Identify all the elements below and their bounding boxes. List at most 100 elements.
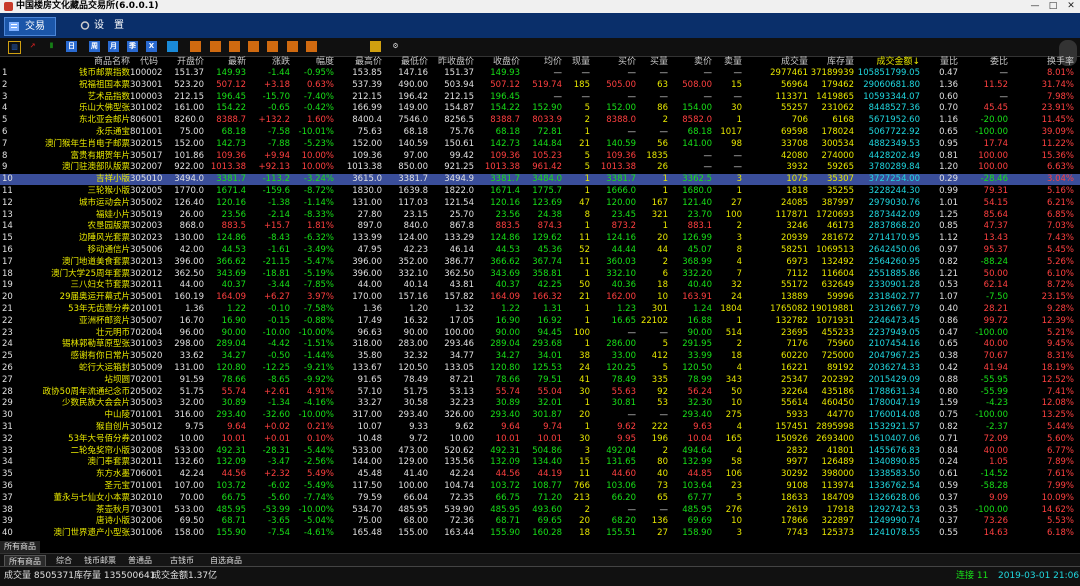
table-row[interactable]: 7 澳门猴年生肖电子邮票 302015 152.00 142.73 -7.88 -5.23%… [0, 139, 1080, 150]
table-row[interactable]: 9 澳门驻澳部队版票 302007 922.00 1013.38 +92.13 10.00%… [0, 162, 1080, 173]
candle-icon[interactable]: ⫴ [46, 41, 57, 52]
table-row[interactable]: 31 猴自创片 305012 9.75 9.64 +0.02 0.21% 10.07 9.33 9… [0, 422, 1080, 433]
table-row[interactable]: 12 城市运动会片 305002 126.40 120.16 -1.38 -1.14% 131… [0, 198, 1080, 209]
bottom-tab[interactable]: 自选商品 [206, 555, 246, 566]
table-cell: 75.63 [357, 127, 382, 137]
table-row[interactable]: 3 艺术品指数 100003 212.15 196.45 -15.70 -7.40% 212.… [0, 92, 1080, 103]
column-header[interactable]: 卖价 [668, 57, 712, 68]
minimize-icon[interactable]: — [1026, 0, 1044, 13]
column-header[interactable]: 最高价 [334, 57, 382, 68]
column-header[interactable]: 商品名称 [20, 57, 130, 68]
table-row[interactable]: 36 圣元宝 701001 107.00 103.72 -6.02 -5.49% 117.50… [0, 481, 1080, 492]
table-row[interactable]: 1 钱币邮票指数 100002 151.37 149.93 -1.44 -0.95% 153.… [0, 68, 1080, 79]
table-row[interactable]: 22 亚洲杯邮资片 305007 16.70 16.90 -0.15 -0.88% 17.49… [0, 316, 1080, 327]
column-header[interactable]: 成交量 [742, 57, 808, 68]
table-cell: 105851799.05 [857, 68, 920, 78]
column-header[interactable]: 量比 [920, 57, 958, 68]
table-row[interactable]: 13 福娃小片 305019 26.00 23.56 -2.14 -8.33% 27.80 23… [0, 210, 1080, 221]
weekly-icon[interactable]: 月 [108, 41, 119, 52]
table-row[interactable]: 5 东北亚会邮片 806001 8260.0 8388.7 +132.2 1.60% 8400… [0, 115, 1080, 126]
column-header[interactable]: 买量 [636, 57, 668, 68]
column-header[interactable]: 均价 [520, 57, 562, 68]
column-header[interactable]: 昨收盘价 [428, 57, 474, 68]
t4-icon[interactable] [248, 41, 259, 52]
t3-icon[interactable] [229, 41, 240, 52]
close-icon[interactable]: ✕ [1062, 0, 1080, 13]
table-row[interactable]: 21 53年无齿壹分券 201001 1.36 1.22 -0.10 -7.58% 1.36 1… [0, 304, 1080, 315]
pen-icon[interactable] [370, 41, 381, 52]
table-cell: 4882349.53 [868, 138, 920, 149]
t1-icon[interactable] [190, 41, 201, 52]
column-header[interactable]: 委比 [958, 57, 1008, 68]
bar-chart-icon[interactable]: ▥ [8, 41, 21, 54]
column-header[interactable]: 现量 [562, 57, 590, 68]
daily-icon[interactable]: 周 [89, 41, 100, 52]
table-row[interactable]: 8 富贵有期贺年片 305017 101.86 109.36 +9.94 10.00% 109… [0, 151, 1080, 162]
table-row[interactable]: 11 三轮猴小版 302005 1770.0 1671.4 -159.6 -8.72% 183… [0, 186, 1080, 197]
table-icon[interactable]: 日 [66, 41, 77, 52]
menu-settings[interactable]: 设 置 [80, 17, 124, 34]
table-row[interactable]: 28 政协50周年流通纪念币 205002 51.75 55.74 +2.61 4.91% 5… [0, 387, 1080, 398]
column-header[interactable]: 幅度 [290, 57, 334, 68]
table-row[interactable]: 27 坫坝圆 702001 91.59 78.66 -8.65 -9.92% 91.65 78.… [0, 375, 1080, 386]
monthly-icon[interactable]: 季 [127, 41, 138, 52]
t5-icon[interactable] [267, 41, 278, 52]
table-row[interactable]: 40 澳门世界遗产小型张 301006 158.00 155.90 -7.54 -4.61%… [0, 528, 1080, 539]
table-cell: -0.10 [268, 304, 290, 314]
table-row[interactable]: 23 壮元明币 702004 96.00 90.00 -10.00 -10.00% 96.63… [0, 328, 1080, 339]
table-row[interactable]: 35 东方水墨 706001 42.24 44.56 +2.32 5.49% 45.48 41.… [0, 469, 1080, 480]
bottom-tab[interactable]: 普通品 [124, 555, 156, 566]
column-header[interactable]: 最低价 [382, 57, 428, 68]
table-row[interactable]: 24 锡林郭勒草原型张 301003 298.00 289.04 -4.42 -1.51% 3… [0, 339, 1080, 350]
table-row[interactable]: 26 蛇行大运箱封 305009 131.00 120.80 -12.25 -9.21% 13… [0, 363, 1080, 374]
bottom-tab[interactable]: 钱币邮票 [80, 555, 120, 566]
x-icon[interactable] [167, 41, 178, 52]
table-row[interactable]: 19 三八妇女节套票 302011 44.00 40.37 -3.44 -7.85% 44.0… [0, 280, 1080, 291]
t2-icon[interactable] [210, 41, 221, 52]
quarterly-icon[interactable]: X [146, 41, 157, 52]
settings-icon [80, 21, 90, 30]
table-cell: -5.60 [268, 492, 290, 503]
table-row[interactable]: 37 董永与七仙女小本票 302010 70.00 66.75 -5.60 -7.74% 79… [0, 493, 1080, 504]
table-row[interactable]: 33 二轮兔奖帘小版 302008 533.00 492.31 -28.31 -5.44% 5… [0, 446, 1080, 457]
bottom-tab[interactable]: 综合 [52, 555, 76, 566]
table-cell: 3381.7 [216, 174, 246, 185]
table-row[interactable]: 10 吉祥小版 305010 3494.0 3381.7 -113.2 -3.24% 3615… [0, 174, 1080, 186]
table-row[interactable]: 25 感谢有你日常片 305020 33.62 34.27 -0.50 -1.44% 35.8… [0, 351, 1080, 362]
table-row[interactable]: 29 少数民族大会会片 305003 32.00 30.89 -1.34 -4.16% 33.… [0, 398, 1080, 409]
table-cell: — [581, 68, 591, 78]
bottom-tab[interactable]: 古钱币 [166, 555, 198, 566]
table-cell: 34.27 [495, 351, 520, 362]
line-chart-icon[interactable]: ↗ [27, 41, 38, 52]
table-row[interactable]: 30 中山陵 701001 316.00 293.40 -32.60 -10.00% 317.… [0, 410, 1080, 421]
column-header[interactable]: 收盘价 [474, 57, 520, 68]
column-header[interactable]: 最新 [204, 57, 246, 68]
table-row[interactable]: 20 29届奥运开幕式片 305001 160.19 164.09 +6.27 3.97% 1… [0, 292, 1080, 303]
t6-icon[interactable] [287, 41, 298, 52]
table-row[interactable]: 4 乐山大佛型张 301002 161.00 154.22 -0.65 -0.42% 166.… [0, 103, 1080, 114]
menu-exit[interactable]: 退 出 [1060, 17, 1063, 34]
table-row[interactable]: 6 永乐通宝 801001 75.00 68.18 -7.58 -10.01% 75.63 68… [0, 127, 1080, 138]
column-header[interactable]: 开盘价 [158, 57, 204, 68]
column-header[interactable]: 涨跌 [246, 57, 290, 68]
table-row[interactable]: 2 祝福祖国本票 303001 523.20 507.12 +3.18 0.63% 537.3… [0, 80, 1080, 91]
settings-icon[interactable]: ⚙ [390, 41, 401, 52]
t7-icon[interactable] [306, 41, 317, 52]
table-row[interactable]: 14 农垦园版票 302003 868.0 883.5 +15.7 1.81% 897.0 84… [0, 221, 1080, 232]
table-row[interactable]: 32 53年大号佰分券 201002 10.00 10.01 +0.01 0.10% 10.4… [0, 434, 1080, 445]
maximize-icon[interactable]: □ [1044, 0, 1062, 13]
table-row[interactable]: 17 澳门地道美食套票 302013 396.00 366.62 -21.15 -5.47%… [0, 257, 1080, 268]
column-header[interactable]: 成交金额↓ [854, 57, 920, 68]
column-header[interactable]: 卖量 [712, 57, 742, 68]
table-row[interactable]: 16 移动通信片 305006 42.00 44.53 -1.61 -3.49% 47.95 4… [0, 245, 1080, 256]
column-header[interactable]: 代码 [130, 57, 158, 68]
column-header[interactable]: 买价 [590, 57, 636, 68]
table-row[interactable]: 15 边陲风光套票 302023 130.00 124.86 -8.43 -6.32% 133… [0, 233, 1080, 244]
table-row[interactable]: 18 澳门大学25周年套票 302012 362.50 343.69 -18.81 -5.1… [0, 269, 1080, 280]
menu-trade[interactable]: 交易 [4, 17, 56, 36]
table-row[interactable]: 39 唐诗小版 302006 69.50 68.71 -3.65 -5.04% 75.00 68… [0, 516, 1080, 527]
column-header[interactable]: 换手率 [1008, 57, 1074, 68]
column-header[interactable]: 库存量 [808, 57, 854, 68]
table-row[interactable]: 38 茶壶秋月 703001 533.00 485.95 -53.99 -10.00% 534… [0, 505, 1080, 516]
table-row[interactable]: 34 澳门奉套票 302011 132.60 132.09 -3.47 -2.56% 144.… [0, 457, 1080, 468]
